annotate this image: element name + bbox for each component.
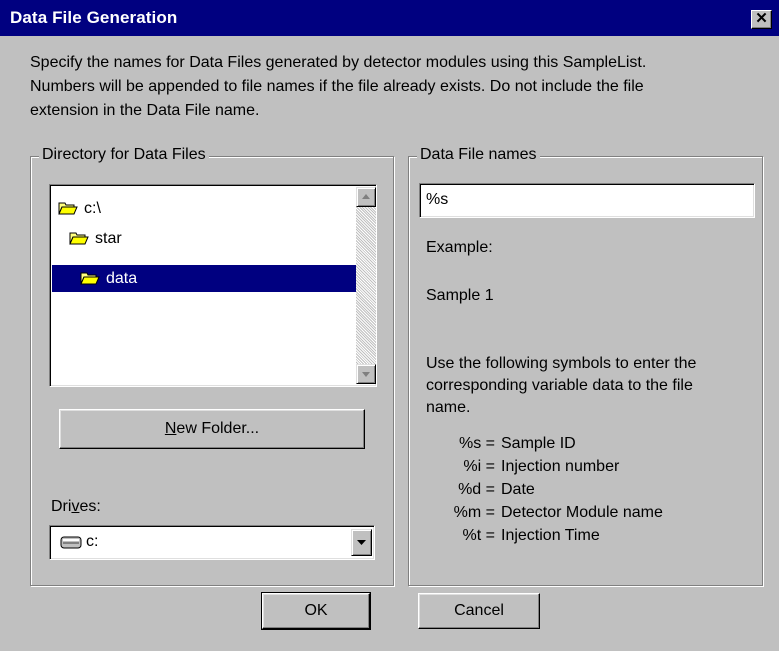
- directory-tree[interactable]: c:\ star data: [49, 184, 377, 387]
- tree-scrollbar[interactable]: [356, 187, 376, 384]
- close-icon: ✕: [755, 10, 768, 27]
- title-bar: Data File Generation ✕: [0, 0, 779, 36]
- drives-dropdown-button[interactable]: [351, 529, 372, 556]
- symbol-key: %t =: [462, 527, 495, 544]
- close-button[interactable]: ✕: [751, 10, 772, 29]
- symbol-desc: Detector Module name: [501, 504, 663, 521]
- arrow-down-icon: [362, 372, 370, 377]
- intro-line: extension in the Data File name.: [30, 102, 260, 119]
- intro-text: Specify the names for Data Files generat…: [30, 51, 770, 123]
- window-title: Data File Generation: [10, 8, 178, 27]
- arrow-up-icon: [362, 194, 370, 199]
- drive-value: c:: [86, 533, 99, 550]
- symbol-desc: Date: [501, 481, 535, 498]
- chevron-down-icon: [357, 540, 366, 545]
- instructions-text: Use the following symbols to enter the c…: [426, 355, 697, 416]
- cancel-button[interactable]: Cancel: [418, 593, 540, 629]
- ok-button[interactable]: OK: [261, 592, 371, 630]
- intro-line: Specify the names for Data Files generat…: [30, 54, 647, 71]
- example-value: Sample 1: [426, 287, 494, 304]
- tree-item-label: star: [95, 230, 122, 247]
- symbol-key: %s =: [458, 435, 495, 452]
- tree-item-label: c:\: [84, 200, 101, 217]
- scroll-down-button[interactable]: [356, 364, 376, 384]
- directory-group-label: Directory for Data Files: [39, 146, 209, 164]
- symbol-key: %m =: [453, 504, 495, 521]
- symbol-key: %i =: [463, 458, 495, 475]
- data-file-names-group: Data File names %s Example: Sample 1 Use…: [408, 146, 763, 586]
- symbol-desc: Injection Time: [501, 527, 600, 544]
- symbol-key: %d =: [458, 481, 495, 498]
- open-folder-icon: [58, 202, 78, 215]
- intro-line: Numbers will be appended to file names i…: [30, 78, 644, 95]
- symbol-desc: Injection number: [501, 458, 620, 475]
- open-folder-icon: [80, 272, 100, 285]
- new-folder-label: ew Folder...: [176, 420, 260, 437]
- tree-item-label: data: [106, 270, 138, 287]
- symbol-desc: Sample ID: [501, 435, 576, 452]
- data-file-name-value: %s: [426, 191, 449, 208]
- drives-select[interactable]: c:: [49, 525, 375, 560]
- new-folder-mnemonic: N: [164, 420, 177, 437]
- drive-icon: [60, 536, 82, 549]
- directory-group: Directory for Data Files c:\ star data N…: [30, 146, 394, 586]
- data-file-names-group-label: Data File names: [417, 146, 540, 164]
- data-file-name-input[interactable]: %s: [419, 183, 755, 218]
- scroll-up-button[interactable]: [356, 187, 376, 207]
- drives-label: Drives:: [51, 498, 101, 515]
- example-label: Example:: [426, 239, 493, 256]
- new-folder-button[interactable]: New Folder...: [59, 409, 365, 449]
- open-folder-icon: [69, 232, 89, 245]
